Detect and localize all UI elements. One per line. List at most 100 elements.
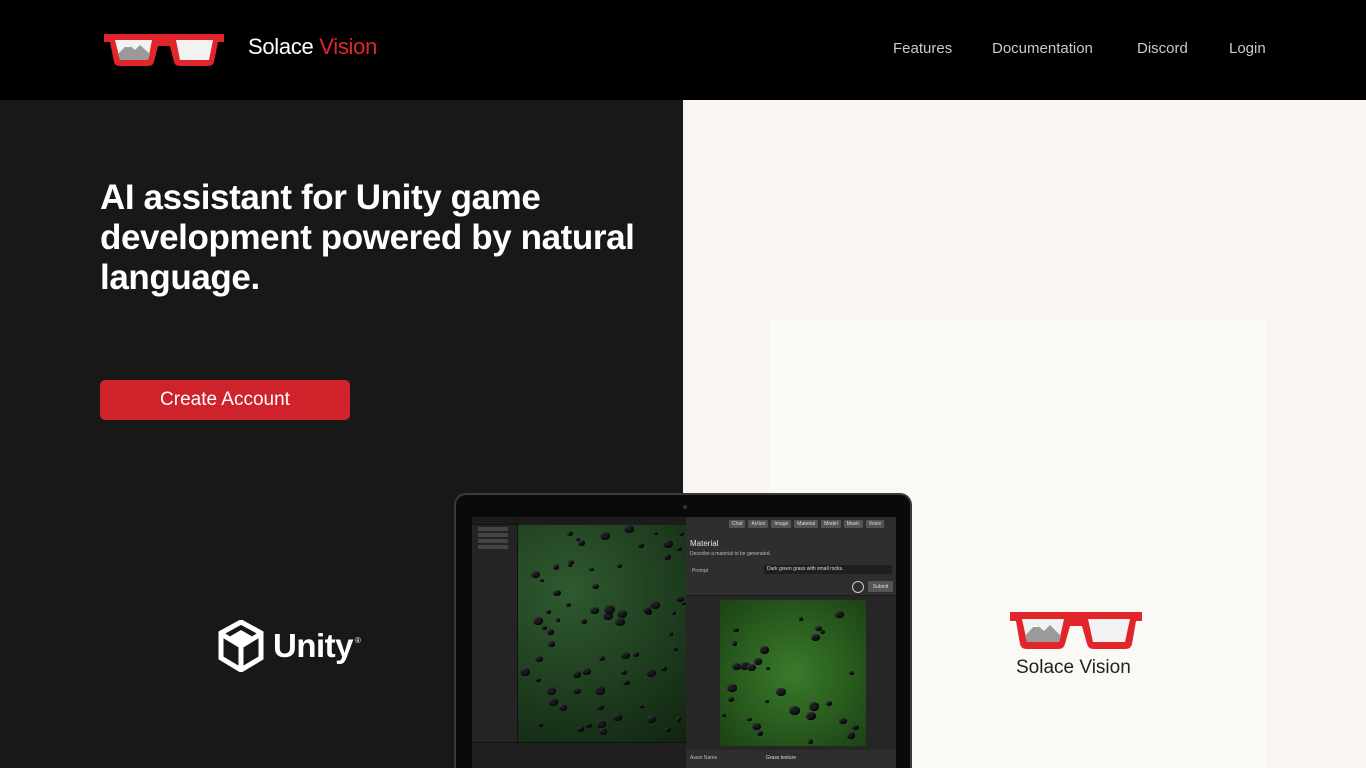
tab-material[interactable]: Material <box>794 520 819 528</box>
glasses-logo-icon[interactable] <box>102 30 226 70</box>
rock-decoration <box>788 705 800 715</box>
rock-decoration <box>665 727 671 732</box>
tab-voice[interactable]: Voice <box>865 520 884 528</box>
tab-model[interactable]: Model <box>821 520 841 528</box>
asset-name-label: Asset Name <box>690 755 718 761</box>
rock-decoration <box>614 617 625 626</box>
rock-decoration <box>835 611 844 618</box>
create-account-button[interactable]: Create Account <box>100 380 350 420</box>
rock-decoration <box>756 730 764 737</box>
nav-login-link[interactable]: Login <box>1229 40 1266 57</box>
tab-chat[interactable]: Chat <box>728 520 746 528</box>
laptop-camera <box>683 505 687 509</box>
rock-decoration <box>673 646 678 651</box>
prompt-label: Prompt <box>692 568 709 574</box>
rock-decoration <box>649 600 661 609</box>
rock-decoration <box>731 641 737 646</box>
rock-decoration <box>654 531 659 536</box>
rock-decoration <box>519 667 531 677</box>
submit-button[interactable]: Submit <box>868 581 893 592</box>
tab-music[interactable]: Music <box>843 520 863 528</box>
rock-decoration <box>573 688 582 695</box>
solace-glasses-icon <box>1010 612 1142 649</box>
material-preview <box>686 595 896 750</box>
rock-decoration <box>577 539 586 546</box>
rock-decoration <box>733 627 739 633</box>
rock-decoration <box>552 564 560 570</box>
rock-decoration <box>534 677 541 683</box>
rock-decoration <box>585 723 592 729</box>
rock-decoration <box>589 606 599 615</box>
rock-decoration <box>594 685 606 695</box>
rock-decoration <box>669 632 674 636</box>
rock-decoration <box>849 671 855 676</box>
rock-decoration <box>621 652 630 660</box>
brand-primary: Solace <box>248 34 314 59</box>
rock-decoration <box>534 655 543 663</box>
rock-decoration <box>533 617 543 625</box>
rock-decoration <box>852 724 859 730</box>
rock-decoration <box>663 539 674 548</box>
rock-decoration <box>620 669 628 675</box>
assistant-panel: Chat Action Image Material Model Music V… <box>686 517 896 768</box>
rock-decoration <box>766 666 771 671</box>
rock-decoration <box>597 705 604 711</box>
rock-decoration <box>747 717 752 722</box>
rock-decoration <box>598 655 606 662</box>
rock-decoration <box>537 722 544 728</box>
rock-decoration <box>808 702 820 711</box>
rock-decoration <box>646 716 656 724</box>
rock-decoration <box>581 668 591 676</box>
rock-decoration <box>568 563 573 567</box>
rock-decoration <box>588 567 594 572</box>
rock-decoration <box>617 609 628 618</box>
rock-decoration <box>547 629 555 635</box>
rock-decoration <box>846 732 856 739</box>
rock-decoration <box>805 712 816 720</box>
registered-mark: ® <box>355 635 361 645</box>
loading-spinner-icon <box>852 581 864 593</box>
laptop-screen: Chat Action Image Material Model Music V… <box>472 517 896 768</box>
scene-toolbar <box>518 517 686 525</box>
rock-decoration <box>598 728 607 735</box>
rock-decoration <box>617 563 622 568</box>
rock-decoration <box>624 525 635 534</box>
rock-decoration <box>681 602 686 606</box>
rock-decoration <box>776 688 787 697</box>
rock-decoration <box>764 700 769 704</box>
solace-vision-label: Solace Vision <box>1016 657 1131 678</box>
rock-decoration <box>639 704 644 709</box>
rock-decoration <box>623 679 631 686</box>
prompt-input[interactable]: Dark green grass with small rocks. <box>764 565 892 574</box>
rock-decoration <box>726 684 738 693</box>
rock-decoration <box>664 554 671 560</box>
unity-wordmark: Unity <box>273 627 354 664</box>
rock-decoration <box>751 722 762 731</box>
rock-decoration <box>555 618 560 622</box>
tab-action[interactable]: Action <box>748 520 769 528</box>
nav-features-link[interactable]: Features <box>893 40 952 57</box>
rock-decoration <box>798 617 803 621</box>
grass-texture-preview <box>720 600 866 746</box>
assistant-tabs: Chat Action Image Material Model Music V… <box>686 520 896 530</box>
rock-decoration <box>671 611 677 615</box>
asset-name-field[interactable]: Grass texture <box>766 755 796 761</box>
rock-decoration <box>604 605 616 614</box>
scene-view <box>518 525 686 742</box>
project-panel <box>472 742 686 768</box>
rock-decoration <box>642 606 651 613</box>
rock-decoration <box>599 532 610 541</box>
rock-decoration <box>546 610 551 614</box>
nav-documentation-link[interactable]: Documentation <box>992 40 1093 57</box>
rock-decoration <box>547 641 555 647</box>
rock-decoration <box>572 671 581 678</box>
rock-decoration <box>746 663 756 671</box>
rock-decoration <box>632 651 639 658</box>
brand-wordmark[interactable]: Solace Vision <box>248 34 377 60</box>
site-header: Solace Vision Features Documentation Dis… <box>0 0 1366 100</box>
rock-decoration <box>546 686 557 695</box>
unity-editor <box>472 517 686 768</box>
tab-image[interactable]: Image <box>771 520 792 528</box>
nav-discord-link[interactable]: Discord <box>1137 40 1188 57</box>
panel-description: Describe a material to be generated. <box>690 551 771 557</box>
